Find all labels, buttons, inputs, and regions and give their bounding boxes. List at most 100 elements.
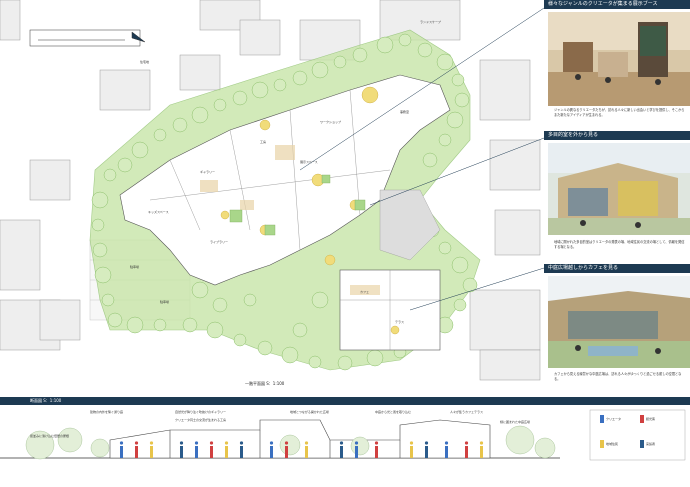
tree-icon	[243, 293, 257, 307]
person-head	[354, 441, 359, 445]
section-callout: 中庭から光と風を取り込む	[375, 410, 412, 414]
plan-label-parking: 駐車場	[130, 265, 140, 269]
tree-icon	[273, 78, 287, 92]
tree-icon	[212, 297, 228, 313]
tree-icon	[333, 55, 347, 69]
room-label: 展示スペース	[300, 160, 318, 164]
person-head	[239, 441, 244, 445]
tree-icon	[182, 317, 198, 333]
tree-icon	[232, 90, 248, 106]
person-head	[194, 441, 199, 445]
section-callout: 建物の内外を繋ぐ通り庭	[90, 410, 124, 414]
tree-icon	[92, 242, 108, 258]
panel-section-desc: カフェから見える緑豊かな中庭広場は、訪れる人々がゆっくりと過ごせる癒しの空間とな…	[554, 372, 682, 381]
plan-title: 一階平面図 S：1:100	[245, 381, 285, 386]
person-figure	[355, 446, 358, 458]
person-figure	[340, 446, 343, 458]
tree-icon	[311, 61, 329, 79]
section-title: 断面図 S：1:100	[30, 398, 62, 403]
tree-icon	[233, 333, 247, 347]
panel-section-desc: 地域に開かれた多目的室はクリエータの発表の場、地域住民の交流の場として、情報を発…	[554, 240, 685, 249]
tree-icon	[101, 293, 115, 307]
section-callout: 緑に囲まれた中庭広場	[500, 420, 531, 424]
tree-icon	[454, 92, 470, 108]
tree-icon	[117, 157, 133, 173]
person-figure	[135, 446, 138, 458]
tree-icon	[451, 256, 469, 274]
tree-icon	[366, 349, 384, 367]
legend-label: 観光客	[646, 417, 656, 421]
section-callout: クリエータ同士の交流が生まれる工房	[175, 418, 227, 422]
tree-icon	[438, 241, 452, 255]
exterior-photo-multipurpose	[548, 143, 690, 235]
tree-icon	[352, 47, 368, 63]
person-figure	[195, 446, 198, 458]
person-head	[119, 441, 124, 445]
person-head	[464, 441, 469, 445]
room-label: カフェ	[360, 290, 370, 294]
person-figure	[465, 446, 468, 458]
tree-icon	[292, 322, 308, 338]
person-head	[149, 441, 154, 445]
person-head	[269, 441, 274, 445]
person-figure	[410, 446, 413, 458]
tree-icon	[311, 291, 329, 309]
tree-icon	[94, 266, 112, 284]
panel-section-title: 中庭広場越しからカフェを見る	[544, 264, 690, 273]
tree-icon	[172, 117, 188, 133]
tree-icon	[153, 318, 167, 332]
legend-label: 地域住民	[606, 442, 619, 446]
person-figure	[270, 446, 273, 458]
tree-icon	[251, 81, 269, 99]
section-header-bar	[0, 397, 690, 405]
panel-section-desc: ジャンルの異なるクリエータたちが、訪れる人々に新しい出会いと学びを提供し、そこか…	[554, 108, 685, 117]
north-arrow	[29, 29, 146, 47]
section-callout: 地域とつながる開かれた広場	[290, 410, 329, 414]
plan-label-landscape: ランドスケープ	[420, 20, 441, 24]
tree-icon	[103, 168, 117, 182]
person-head	[224, 441, 229, 445]
tree-icon	[417, 42, 433, 58]
person-figure	[480, 446, 483, 458]
tree-icon	[422, 152, 438, 168]
person-head	[374, 441, 379, 445]
person-head	[409, 441, 414, 445]
panel-section-title: 多目的室を外から見る	[544, 131, 690, 140]
room-label: ライブラリー	[210, 240, 229, 244]
tree-icon	[191, 106, 209, 124]
person-figure	[225, 446, 228, 458]
tree-icon	[281, 346, 299, 364]
tree-icon	[292, 70, 308, 86]
legend-box	[589, 409, 686, 461]
person-head	[134, 441, 139, 445]
tree-icon	[436, 53, 454, 71]
room-label: 事務室	[400, 110, 410, 114]
tree-icon	[453, 298, 467, 312]
panel-section-title: 様々なジャンルのクリエータが集まる展示ブース	[544, 0, 690, 9]
tree-icon	[257, 340, 273, 356]
room-label: キッズスペース	[148, 210, 169, 214]
exterior-photo-cafe	[548, 276, 690, 368]
person-head	[444, 441, 449, 445]
person-figure	[305, 446, 308, 458]
person-figure	[445, 446, 448, 458]
tree-icon	[126, 316, 144, 334]
section-callout: 人々が集うカフェテラス	[450, 410, 483, 414]
tree-icon	[191, 281, 209, 299]
tree-icon	[446, 111, 464, 129]
room-label: テラス	[395, 320, 404, 324]
room-label: 工房	[260, 140, 267, 144]
person-figure	[285, 446, 288, 458]
legend-label: クリエータ	[606, 417, 622, 421]
tree-icon	[107, 312, 123, 328]
tree-icon	[376, 36, 394, 54]
tree-icon	[398, 33, 412, 47]
tree-icon	[206, 321, 224, 339]
tree-icon	[451, 73, 465, 87]
person-head	[339, 441, 344, 445]
person-figure	[375, 446, 378, 458]
person-head	[209, 441, 214, 445]
tree-icon	[213, 98, 227, 112]
perspective-panel: 様々なジャンルのクリエータが集まる展示ブース ジャンルの異なるクリエータたちが、…	[544, 0, 690, 397]
tree-icon	[91, 218, 105, 232]
